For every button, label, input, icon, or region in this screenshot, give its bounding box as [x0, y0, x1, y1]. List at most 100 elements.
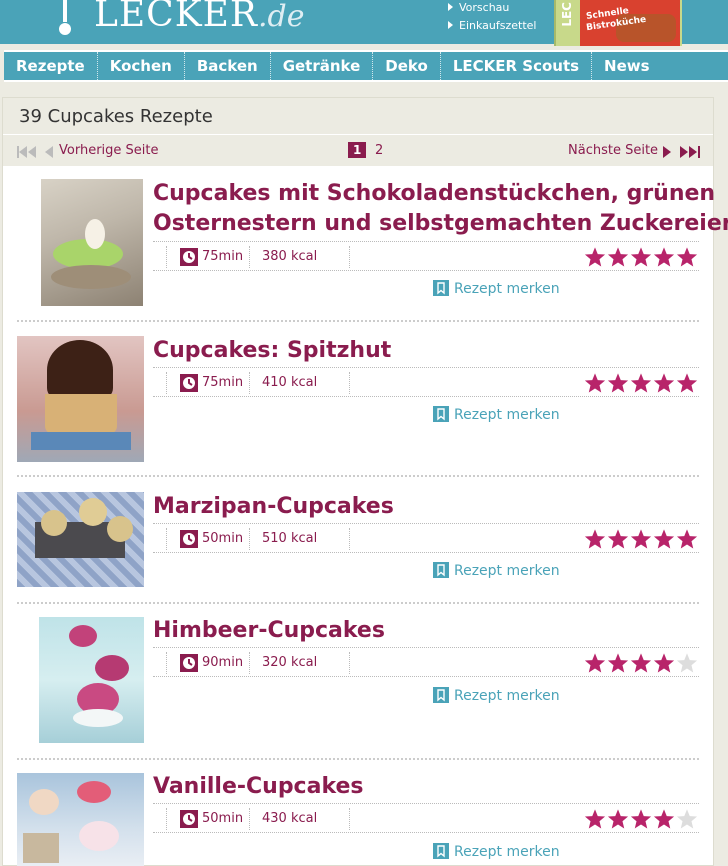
star-filled-icon: [630, 373, 652, 393]
recipe-image[interactable]: [17, 773, 144, 866]
star-filled-icon: [630, 809, 652, 829]
recipe-title[interactable]: Himbeer-Cupcakes: [153, 616, 385, 646]
results-title: 39 Cupcakes Rezepte: [19, 106, 213, 127]
next-arrow-icon[interactable]: [663, 146, 671, 158]
recipe-time: 50min: [202, 811, 244, 826]
star-filled-icon: [653, 373, 675, 393]
page-2-link[interactable]: 2: [375, 143, 383, 158]
star-filled-icon: [653, 653, 675, 673]
recipe-title[interactable]: Vanille-Cupcakes: [153, 772, 364, 802]
recipe-kcal: 380 kcal: [262, 249, 318, 264]
clock-icon: [180, 810, 198, 828]
recipe-time: 75min: [202, 249, 244, 264]
link-vorschau[interactable]: Vorschau: [448, 1, 509, 14]
nav-rezepte[interactable]: Rezepte: [4, 52, 98, 80]
nav-backen[interactable]: Backen: [185, 52, 271, 80]
star-filled-icon: [607, 653, 629, 673]
star-rating: [584, 652, 699, 674]
divider: [17, 320, 699, 322]
clock-icon: [180, 248, 198, 266]
recipe-item: Marzipan-Cupcakes 50min 510 kcal Rezept …: [3, 492, 703, 592]
triangle-right-icon: [448, 3, 453, 11]
star-rating: [584, 372, 699, 394]
prev-arrow-icon[interactable]: [45, 146, 53, 158]
divider: [17, 758, 699, 760]
star-filled-icon: [630, 247, 652, 267]
recipe-time: 50min: [202, 531, 244, 546]
recipe-meta: 50min 510 kcal: [153, 523, 699, 553]
star-filled-icon: [584, 247, 606, 267]
star-rating: [584, 808, 699, 830]
triangle-right-icon: [448, 21, 453, 29]
nav-kochen[interactable]: Kochen: [98, 52, 185, 80]
last-page-icon[interactable]: [680, 146, 700, 158]
nav-getraenke[interactable]: Getränke: [271, 52, 374, 80]
star-rating: [584, 246, 699, 268]
star-filled-icon: [584, 373, 606, 393]
link-einkaufszettel[interactable]: Einkaufszettel: [448, 19, 536, 32]
star-filled-icon: [653, 809, 675, 829]
bookmark-icon: [433, 406, 449, 422]
recipe-image[interactable]: [39, 617, 144, 743]
recipe-meta: 75min 410 kcal: [153, 367, 699, 397]
star-filled-icon: [584, 529, 606, 549]
star-filled-icon: [584, 809, 606, 829]
star-filled-icon: [584, 653, 606, 673]
recipe-image[interactable]: [41, 179, 143, 306]
recipe-title[interactable]: Cupcakes: Spitzhut: [153, 336, 391, 366]
recipe-item: Cupcakes: Spitzhut 75min 410 kcal Rezept…: [3, 336, 703, 466]
bookmark-icon: [433, 687, 449, 703]
clock-icon: [180, 530, 198, 548]
results-panel: 39 Cupcakes Rezepte Vorherige Seite 1 2 …: [2, 97, 728, 866]
main-nav: Rezepte Kochen Backen Getränke Deko LECK…: [4, 50, 728, 82]
save-recipe-button[interactable]: Rezept merken: [433, 687, 560, 704]
recipe-title[interactable]: Marzipan-Cupcakes: [153, 492, 394, 522]
bookmark-icon: [433, 562, 449, 578]
recipe-image[interactable]: [17, 336, 144, 462]
star-filled-icon: [676, 529, 698, 549]
recipe-kcal: 410 kcal: [262, 375, 318, 390]
recipe-item: Himbeer-Cupcakes 90min 320 kcal Rezept m…: [3, 616, 703, 746]
magazine-spine: LEC: [560, 2, 574, 27]
site-logo[interactable]: LECKER.de: [94, 0, 305, 35]
clock-icon: [180, 654, 198, 672]
recipe-meta: 90min 320 kcal: [153, 647, 699, 677]
recipe-image[interactable]: [17, 492, 144, 587]
recipe-time: 75min: [202, 375, 244, 390]
nav-lecker-scouts[interactable]: LECKER Scouts: [441, 52, 593, 80]
bookmark-icon: [433, 280, 449, 296]
nav-news[interactable]: News: [592, 52, 662, 80]
recipe-time: 90min: [202, 655, 244, 670]
divider: [17, 475, 699, 477]
star-filled-icon: [676, 373, 698, 393]
spoon-icon: [59, 0, 71, 35]
clock-icon: [180, 374, 198, 392]
save-recipe-button[interactable]: Rezept merken: [433, 843, 560, 860]
star-filled-icon: [607, 373, 629, 393]
save-recipe-button[interactable]: Rezept merken: [433, 406, 560, 423]
recipe-kcal: 430 kcal: [262, 811, 318, 826]
magazine-cover[interactable]: LEC Schnelle Bistroküche: [554, 0, 682, 46]
recipe-kcal: 320 kcal: [262, 655, 318, 670]
next-page-link[interactable]: Nächste Seite: [568, 143, 658, 158]
star-rating: [584, 528, 699, 550]
recipe-kcal: 510 kcal: [262, 531, 318, 546]
star-filled-icon: [653, 529, 675, 549]
pagination: Vorherige Seite 1 2 Nächste Seite: [3, 134, 713, 166]
nav-deko[interactable]: Deko: [373, 52, 441, 80]
save-recipe-button[interactable]: Rezept merken: [433, 562, 560, 579]
site-header: LECKER.de Vorschau Einkaufszettel LEC Sc…: [0, 0, 728, 46]
divider: [17, 602, 699, 604]
page-1-link[interactable]: 1: [348, 142, 367, 158]
recipe-meta: 75min 380 kcal: [153, 241, 699, 271]
recipe-title[interactable]: Cupcakes mit Schokoladenstückchen, grüne…: [153, 179, 728, 239]
prev-page-link[interactable]: Vorherige Seite: [59, 143, 159, 158]
recipe-item: Vanille-Cupcakes 50min 430 kcal Rezept m…: [3, 772, 703, 866]
star-filled-icon: [607, 247, 629, 267]
star-filled-icon: [676, 247, 698, 267]
star-filled-icon: [607, 529, 629, 549]
star-empty-icon: [676, 809, 698, 829]
star-filled-icon: [630, 529, 652, 549]
first-page-icon[interactable]: [17, 146, 37, 158]
save-recipe-button[interactable]: Rezept merken: [433, 280, 560, 297]
